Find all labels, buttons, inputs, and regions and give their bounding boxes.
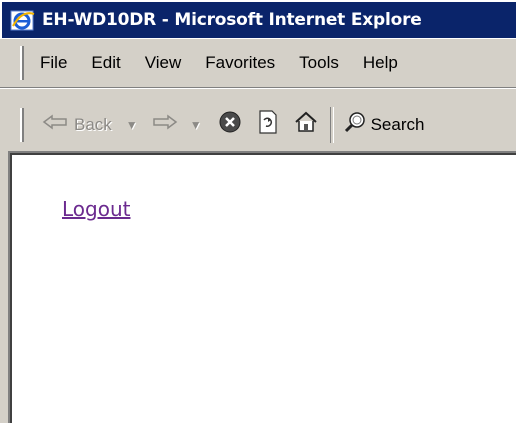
ie-logo-icon [10,8,36,32]
window-title: EH-WD10DR - Microsoft Internet Explore [42,10,422,30]
title-bar[interactable]: EH-WD10DR - Microsoft Internet Explore [0,0,516,38]
menu-bar: File Edit View Favorites Tools Help [0,38,516,88]
page-content: Logout [8,151,516,423]
back-dropdown-icon[interactable]: ▼ [126,118,138,132]
stop-icon [218,110,242,139]
menu-view[interactable]: View [145,53,182,73]
search-icon [344,110,368,139]
search-button[interactable]: Search [344,110,425,139]
menubar-grip[interactable] [20,46,24,80]
stop-button[interactable] [218,110,242,139]
back-label: Back [74,114,112,134]
forward-dropdown-icon[interactable]: ▼ [190,118,202,132]
menu-tools[interactable]: Tools [299,53,339,73]
logout-link[interactable]: Logout [62,197,130,221]
back-arrow-icon [42,114,68,135]
back-button[interactable]: Back ▼ [42,114,138,135]
refresh-icon [258,110,278,139]
forward-arrow-icon [152,114,178,135]
menu-help[interactable]: Help [363,53,398,73]
standard-toolbar: Back ▼ ▼ Search [0,88,516,160]
menu-favorites[interactable]: Favorites [205,53,275,73]
browser-window: EH-WD10DR - Microsoft Internet Explore F… [0,0,516,423]
page-content-inner: Logout [10,153,516,423]
refresh-button[interactable] [258,110,278,139]
home-button[interactable] [294,110,318,139]
search-label: Search [370,114,425,134]
toolbar-separator [329,106,334,143]
menu-file[interactable]: File [40,53,67,73]
forward-button[interactable]: ▼ [152,114,202,135]
menu-edit[interactable]: Edit [91,53,120,73]
toolbar-grip[interactable] [20,107,24,142]
home-icon [294,110,318,139]
